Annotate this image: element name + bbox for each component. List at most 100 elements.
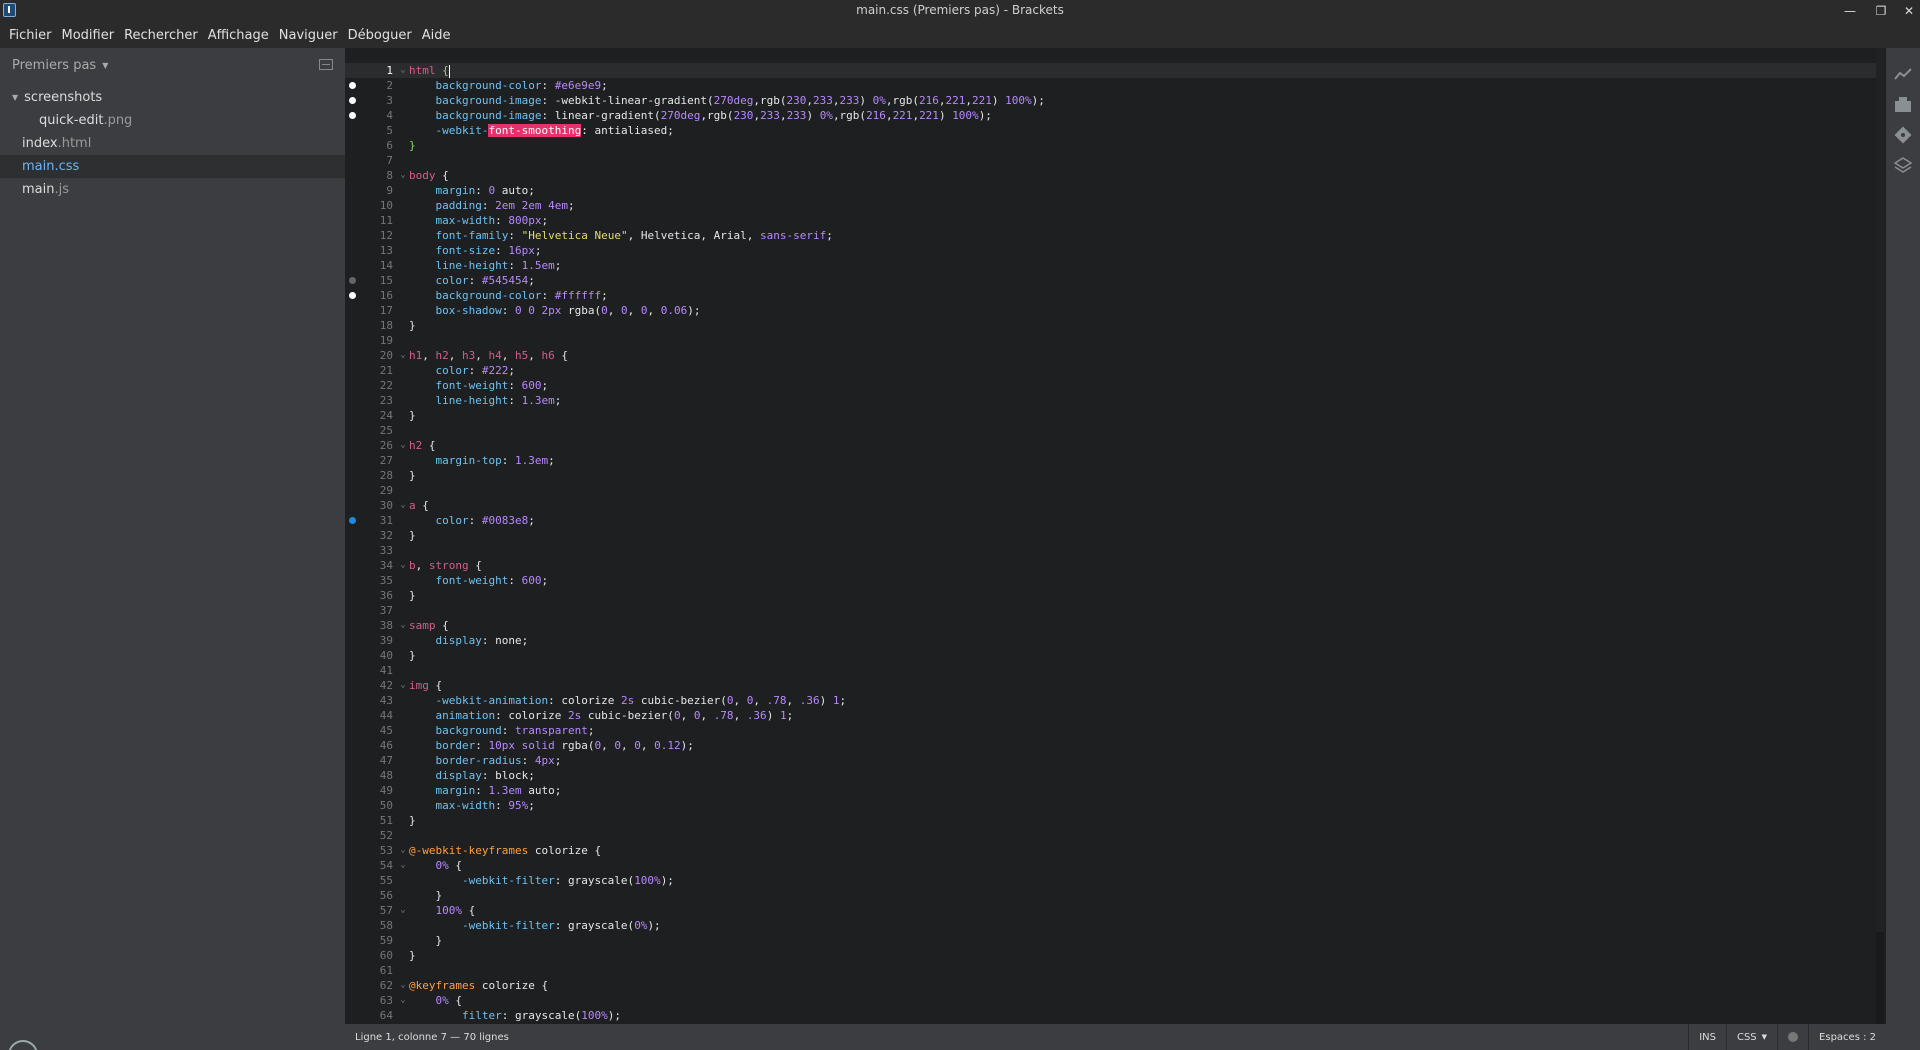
code-line[interactable]: 5 -webkit-font-smoothing: antialiased; bbox=[345, 123, 1876, 138]
code-line[interactable]: 49 margin: 1.3em auto; bbox=[345, 783, 1876, 798]
code-line[interactable]: 60} bbox=[345, 948, 1876, 963]
code-line[interactable]: 56 } bbox=[345, 888, 1876, 903]
code-line[interactable]: 9 margin: 0 auto; bbox=[345, 183, 1876, 198]
code-line[interactable]: 62 ⌄ @keyframes colorize { bbox=[345, 978, 1876, 993]
fold-toggle-icon[interactable]: ⌄ bbox=[397, 348, 409, 363]
code-line[interactable]: 15 color: #545454; bbox=[345, 273, 1876, 288]
file-main-css[interactable]: main .css bbox=[0, 155, 345, 178]
code-line[interactable]: 11 max-width: 800px; bbox=[345, 213, 1876, 228]
code-line[interactable]: 31 color: #0083e8; bbox=[345, 513, 1876, 528]
code-line[interactable]: 39 display: none; bbox=[345, 633, 1876, 648]
code-line[interactable]: 61 bbox=[345, 963, 1876, 978]
code-line[interactable]: 3 background-image: -webkit-linear-gradi… bbox=[345, 93, 1876, 108]
code-line[interactable]: 13 font-size: 16px; bbox=[345, 243, 1876, 258]
help-bubble-icon[interactable] bbox=[8, 1040, 38, 1050]
project-dropdown[interactable]: Premiers pas ▼ bbox=[0, 48, 345, 82]
code-line[interactable]: 52 bbox=[345, 828, 1876, 843]
fold-toggle-icon[interactable]: ⌄ bbox=[397, 558, 409, 573]
menu-affichage[interactable]: Affichage bbox=[203, 28, 274, 43]
fold-toggle-icon[interactable]: ⌄ bbox=[397, 678, 409, 693]
code-line[interactable]: 10 padding: 2em 2em 4em; bbox=[345, 198, 1876, 213]
code-line[interactable]: 38 ⌄ samp { bbox=[345, 618, 1876, 633]
fold-toggle-icon[interactable]: ⌄ bbox=[397, 978, 409, 993]
code-line[interactable]: 63 ⌄ 0% { bbox=[345, 993, 1876, 1008]
minimize-button[interactable]: — bbox=[1836, 2, 1864, 20]
code-line[interactable]: 55 -webkit-filter: grayscale(100%); bbox=[345, 873, 1876, 888]
split-view-icon[interactable] bbox=[319, 59, 333, 70]
fold-toggle-icon[interactable]: ⌄ bbox=[397, 843, 409, 858]
code-line[interactable]: 16 background-color: #ffffff; bbox=[345, 288, 1876, 303]
menu-deboguer[interactable]: Déboguer bbox=[343, 28, 417, 43]
code-line[interactable]: 40} bbox=[345, 648, 1876, 663]
code-line[interactable]: 7 bbox=[345, 153, 1876, 168]
code-line[interactable]: 2 background-color: #e6e9e9; bbox=[345, 78, 1876, 93]
code-line[interactable]: 46 border: 10px solid rgba(0, 0, 0, 0.12… bbox=[345, 738, 1876, 753]
code-line[interactable]: 36} bbox=[345, 588, 1876, 603]
code-line[interactable]: 28} bbox=[345, 468, 1876, 483]
code-line[interactable]: 64 filter: grayscale(100%); bbox=[345, 1008, 1876, 1023]
language-selector[interactable]: CSS ▼ bbox=[1725, 1024, 1777, 1050]
file-quick-edit-png[interactable]: quick-edit .png bbox=[0, 109, 345, 132]
code-line[interactable]: 18} bbox=[345, 318, 1876, 333]
code-line[interactable]: 44 animation: colorize 2s cubic-bezier(0… bbox=[345, 708, 1876, 723]
code-line[interactable]: 19 bbox=[345, 333, 1876, 348]
code-editor[interactable]: 1 ⌄ html {2 background-color: #e6e9e9; 3 ba… bbox=[345, 48, 1876, 1024]
code-line[interactable]: 45 background: transparent; bbox=[345, 723, 1876, 738]
code-line[interactable]: 34 ⌄ b, strong { bbox=[345, 558, 1876, 573]
maximize-button[interactable]: ❐ bbox=[1867, 2, 1895, 20]
fold-toggle-icon[interactable]: ⌄ bbox=[397, 438, 409, 453]
code-line[interactable]: 42 ⌄ img { bbox=[345, 678, 1876, 693]
fold-toggle-icon[interactable]: ⌄ bbox=[397, 63, 409, 78]
fold-toggle-icon[interactable]: ⌄ bbox=[397, 618, 409, 633]
code-line[interactable]: 27 margin-top: 1.3em; bbox=[345, 453, 1876, 468]
fold-toggle-icon[interactable]: ⌄ bbox=[397, 903, 409, 918]
code-line[interactable]: 8 ⌄ body { bbox=[345, 168, 1876, 183]
menu-rechercher[interactable]: Rechercher bbox=[119, 28, 203, 43]
menu-modifier[interactable]: Modifier bbox=[57, 28, 120, 43]
code-line[interactable]: 41 bbox=[345, 663, 1876, 678]
code-line[interactable]: 58 -webkit-filter: grayscale(0%); bbox=[345, 918, 1876, 933]
code-line[interactable]: 4 background-image: linear-gradient(270d… bbox=[345, 108, 1876, 123]
file-main-js[interactable]: main .js bbox=[0, 178, 345, 201]
editor-scrollbar[interactable] bbox=[1876, 48, 1884, 1024]
code-line[interactable]: 29 bbox=[345, 483, 1876, 498]
code-line[interactable]: 54 ⌄ 0% { bbox=[345, 858, 1876, 873]
close-button[interactable]: ✕ bbox=[1895, 2, 1920, 20]
code-line[interactable]: 20 ⌄ h1, h2, h3, h4, h5, h6 { bbox=[345, 348, 1876, 363]
folder-screenshots[interactable]: ▼ screenshots bbox=[0, 86, 345, 109]
code-line[interactable]: 17 box-shadow: 0 0 2px rgba(0, 0, 0, 0.0… bbox=[345, 303, 1876, 318]
menu-naviguer[interactable]: Naviguer bbox=[274, 28, 343, 43]
linter-status[interactable] bbox=[1777, 1024, 1808, 1050]
code-line[interactable]: 25 bbox=[345, 423, 1876, 438]
code-line[interactable]: 14 line-height: 1.5em; bbox=[345, 258, 1876, 273]
code-line[interactable]: 26 ⌄ h2 { bbox=[345, 438, 1876, 453]
indent-setting[interactable]: Espaces : 2 bbox=[1808, 1024, 1886, 1050]
git-icon[interactable] bbox=[1894, 126, 1912, 144]
file-index-html[interactable]: index .html bbox=[0, 132, 345, 155]
menu-fichier[interactable]: Fichier bbox=[4, 28, 57, 43]
code-line[interactable]: 50 max-width: 95%; bbox=[345, 798, 1876, 813]
code-line[interactable]: 43 -webkit-animation: colorize 2s cubic-… bbox=[345, 693, 1876, 708]
layers-icon[interactable] bbox=[1894, 156, 1912, 174]
code-line[interactable]: 32} bbox=[345, 528, 1876, 543]
fold-toggle-icon[interactable]: ⌄ bbox=[397, 498, 409, 513]
code-line[interactable]: 53 ⌄ @-webkit-keyframes colorize { bbox=[345, 843, 1876, 858]
fold-toggle-icon[interactable]: ⌄ bbox=[397, 858, 409, 873]
live-preview-icon[interactable] bbox=[1894, 66, 1912, 84]
code-line[interactable]: 57 ⌄ 100% { bbox=[345, 903, 1876, 918]
code-line[interactable]: 23 line-height: 1.3em; bbox=[345, 393, 1876, 408]
extension-manager-icon[interactable] bbox=[1894, 96, 1912, 114]
code-line[interactable]: 48 display: block; bbox=[345, 768, 1876, 783]
code-line[interactable]: 33 bbox=[345, 543, 1876, 558]
insert-mode-toggle[interactable]: INS bbox=[1688, 1024, 1726, 1050]
scroll-thumb[interactable] bbox=[1876, 932, 1884, 1024]
code-line[interactable]: 47 border-radius: 4px; bbox=[345, 753, 1876, 768]
code-line[interactable]: 35 font-weight: 600; bbox=[345, 573, 1876, 588]
fold-toggle-icon[interactable]: ⌄ bbox=[397, 168, 409, 183]
code-line[interactable]: 22 font-weight: 600; bbox=[345, 378, 1876, 393]
code-line[interactable]: 24} bbox=[345, 408, 1876, 423]
menu-aide[interactable]: Aide bbox=[417, 28, 456, 43]
code-line[interactable]: 21 color: #222; bbox=[345, 363, 1876, 378]
code-line[interactable]: 59 } bbox=[345, 933, 1876, 948]
code-line[interactable]: 12 font-family: "Helvetica Neue", Helvet… bbox=[345, 228, 1876, 243]
